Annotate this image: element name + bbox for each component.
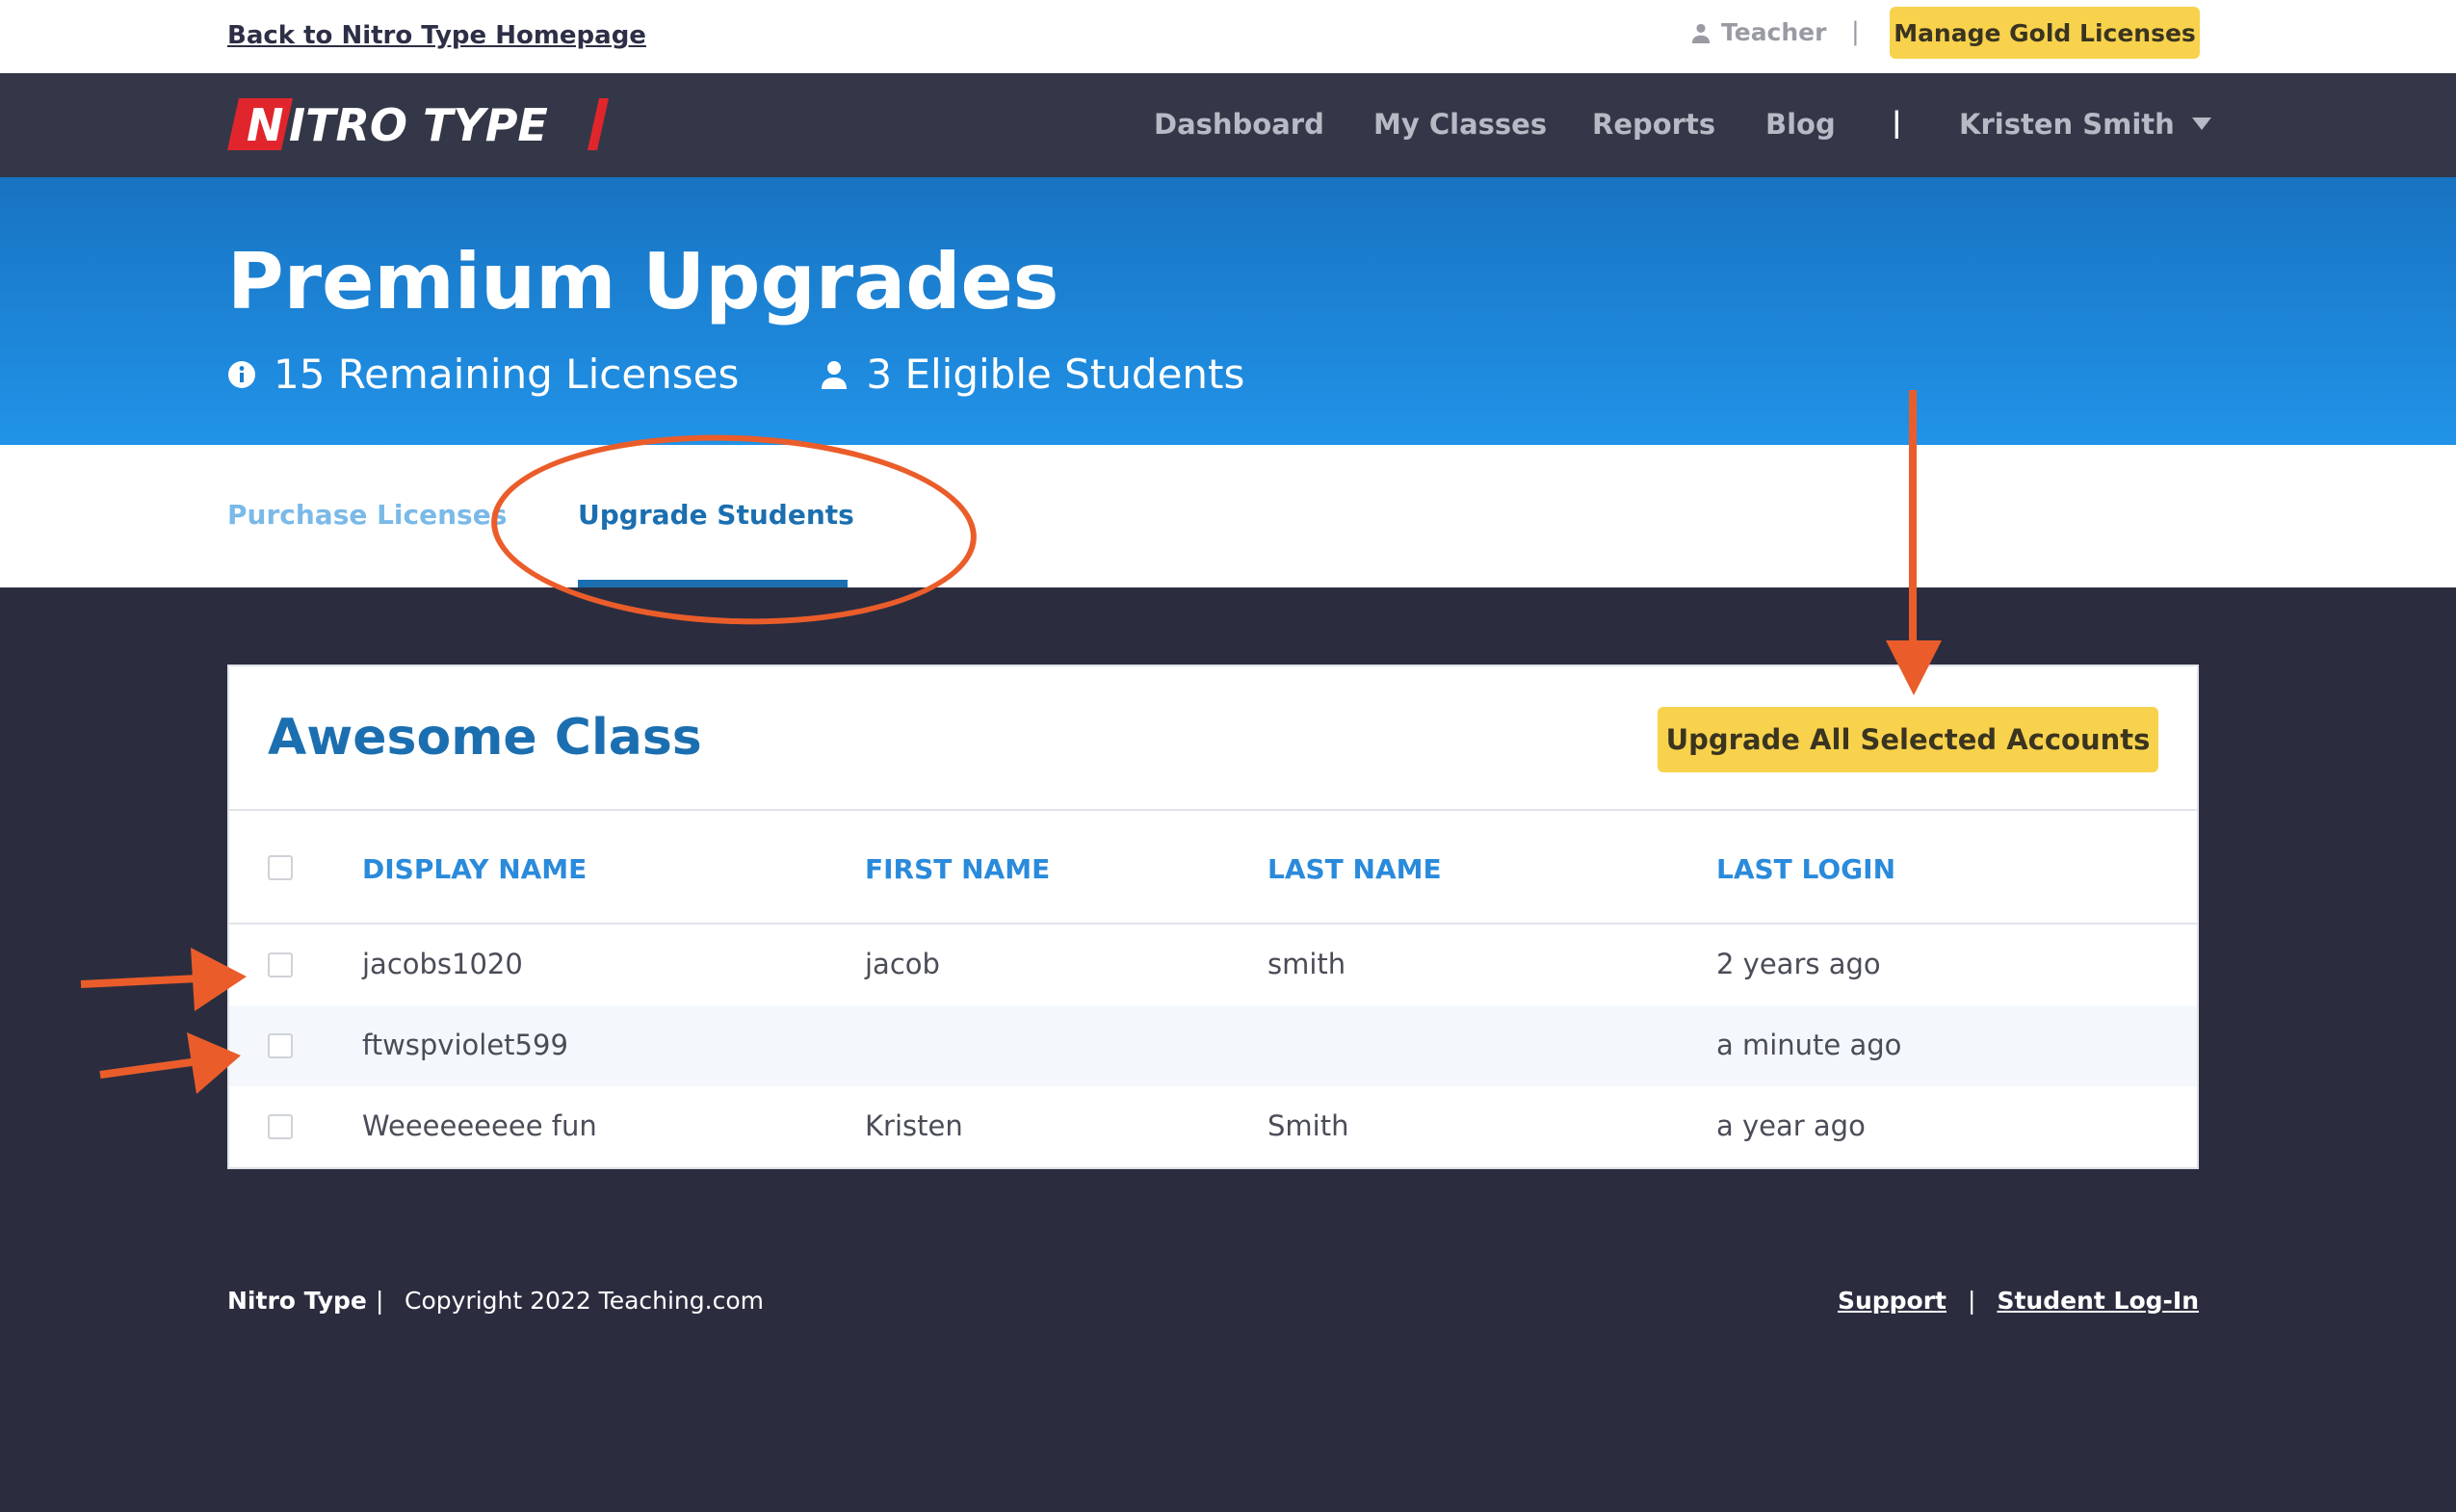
cell-display-name: Weeeeeeeee fun xyxy=(362,1109,597,1142)
row-checkbox[interactable] xyxy=(268,952,293,978)
user-icon xyxy=(822,360,848,389)
student-login-link[interactable]: Student Log-In xyxy=(1997,1287,2199,1315)
chevron-down-icon xyxy=(2191,117,2211,130)
row-checkbox[interactable] xyxy=(268,1033,293,1058)
annotation-arrow-row-2 xyxy=(99,1032,241,1094)
user-menu[interactable]: Kristen Smith xyxy=(1959,108,2211,141)
nav-item-dashboard[interactable]: Dashboard xyxy=(1154,108,1324,141)
nav-item-blog[interactable]: Blog xyxy=(1765,108,1836,141)
support-link[interactable]: Support xyxy=(1838,1287,1947,1315)
info-icon xyxy=(228,360,255,388)
column-header-first-name[interactable]: FIRST NAME xyxy=(865,853,1050,885)
cell-display-name: ftwspviolet599 xyxy=(362,1029,568,1061)
annotation-arrow-row-1 xyxy=(80,948,247,1011)
footer-separator: | xyxy=(1968,1287,1976,1315)
nav-item-my-classes[interactable]: My Classes xyxy=(1373,108,1547,141)
eligible-students-stat: 3 Eligible Students xyxy=(820,351,1244,398)
cell-last-login: a minute ago xyxy=(1716,1029,1902,1061)
tab-upgrade-students[interactable]: Upgrade Students xyxy=(578,499,854,531)
class-title: Awesome Class xyxy=(268,709,702,767)
column-header-last-name[interactable]: LAST NAME xyxy=(1267,853,1442,885)
nav-separator: | xyxy=(1892,106,1902,139)
utility-separator: | xyxy=(1851,17,1860,46)
cell-last-name: smith xyxy=(1267,948,1346,980)
column-header-last-login[interactable]: LAST LOGIN xyxy=(1716,853,1895,885)
column-header-display-name[interactable]: DISPLAY NAME xyxy=(362,853,587,885)
main-navbar: N ITRO TYPE Dashboard My Classes Reports… xyxy=(0,73,2456,177)
cell-last-login: 2 years ago xyxy=(1716,948,1881,980)
footer: Nitro Type | Copyright 2022 Teaching.com… xyxy=(227,1287,2199,1325)
select-all-checkbox[interactable] xyxy=(268,855,293,880)
nitro-type-logo[interactable]: N ITRO TYPE xyxy=(227,94,613,154)
table-row: Weeeeeeeee fun Kristen Smith a year ago xyxy=(229,1086,2197,1167)
tab-purchase-licenses[interactable]: Purchase Licenses xyxy=(227,499,507,531)
teacher-role-text: Teacher xyxy=(1721,18,1827,46)
footer-brand: Nitro Type xyxy=(227,1287,367,1315)
cell-first-name: Kristen xyxy=(865,1109,963,1142)
table-row: ftwspviolet599 a minute ago xyxy=(229,1005,2197,1086)
row-checkbox[interactable] xyxy=(268,1114,293,1139)
footer-copyright: Copyright 2022 Teaching.com xyxy=(405,1287,764,1315)
user-icon xyxy=(1691,23,1711,43)
hero-banner: Premium Upgrades 15 Remaining Licenses 3… xyxy=(0,177,2456,445)
hero-stats: 15 Remaining Licenses 3 Eligible Student… xyxy=(227,351,1244,398)
back-to-homepage-link[interactable]: Back to Nitro Type Homepage xyxy=(227,21,646,50)
cell-last-name: Smith xyxy=(1267,1109,1349,1142)
page-title: Premium Upgrades xyxy=(227,237,1059,326)
manage-gold-licenses-button[interactable]: Manage Gold Licenses xyxy=(1890,7,2200,59)
nav-item-reports[interactable]: Reports xyxy=(1592,108,1715,141)
upgrade-all-selected-button[interactable]: Upgrade All Selected Accounts xyxy=(1658,707,2158,772)
remaining-licenses-text: 15 Remaining Licenses xyxy=(274,351,740,398)
utility-bar: Back to Nitro Type Homepage Teacher | Ma… xyxy=(0,0,2456,73)
class-panel: Awesome Class Upgrade All Selected Accou… xyxy=(227,665,2199,1169)
user-name: Kristen Smith xyxy=(1959,108,2175,141)
svg-text:N: N xyxy=(247,99,284,151)
cell-display-name: jacobs1020 xyxy=(362,948,523,980)
logo-text: ITRO TYPE xyxy=(289,99,548,151)
table-row: jacobs1020 jacob smith 2 years ago xyxy=(229,925,2197,1005)
remaining-licenses-stat: 15 Remaining Licenses xyxy=(227,351,739,398)
tab-bar: Purchase Licenses Upgrade Students xyxy=(0,445,2456,587)
footer-links: Support | Student Log-In xyxy=(1838,1287,2199,1315)
cell-last-login: a year ago xyxy=(1716,1109,1866,1142)
footer-separator: | xyxy=(376,1287,384,1315)
cell-first-name: jacob xyxy=(865,948,940,980)
teacher-role-label: Teacher xyxy=(1690,18,1826,46)
eligible-students-text: 3 Eligible Students xyxy=(866,351,1245,398)
table-header-row: DISPLAY NAME FIRST NAME LAST NAME LAST L… xyxy=(229,811,2197,923)
active-tab-underline xyxy=(578,580,848,587)
